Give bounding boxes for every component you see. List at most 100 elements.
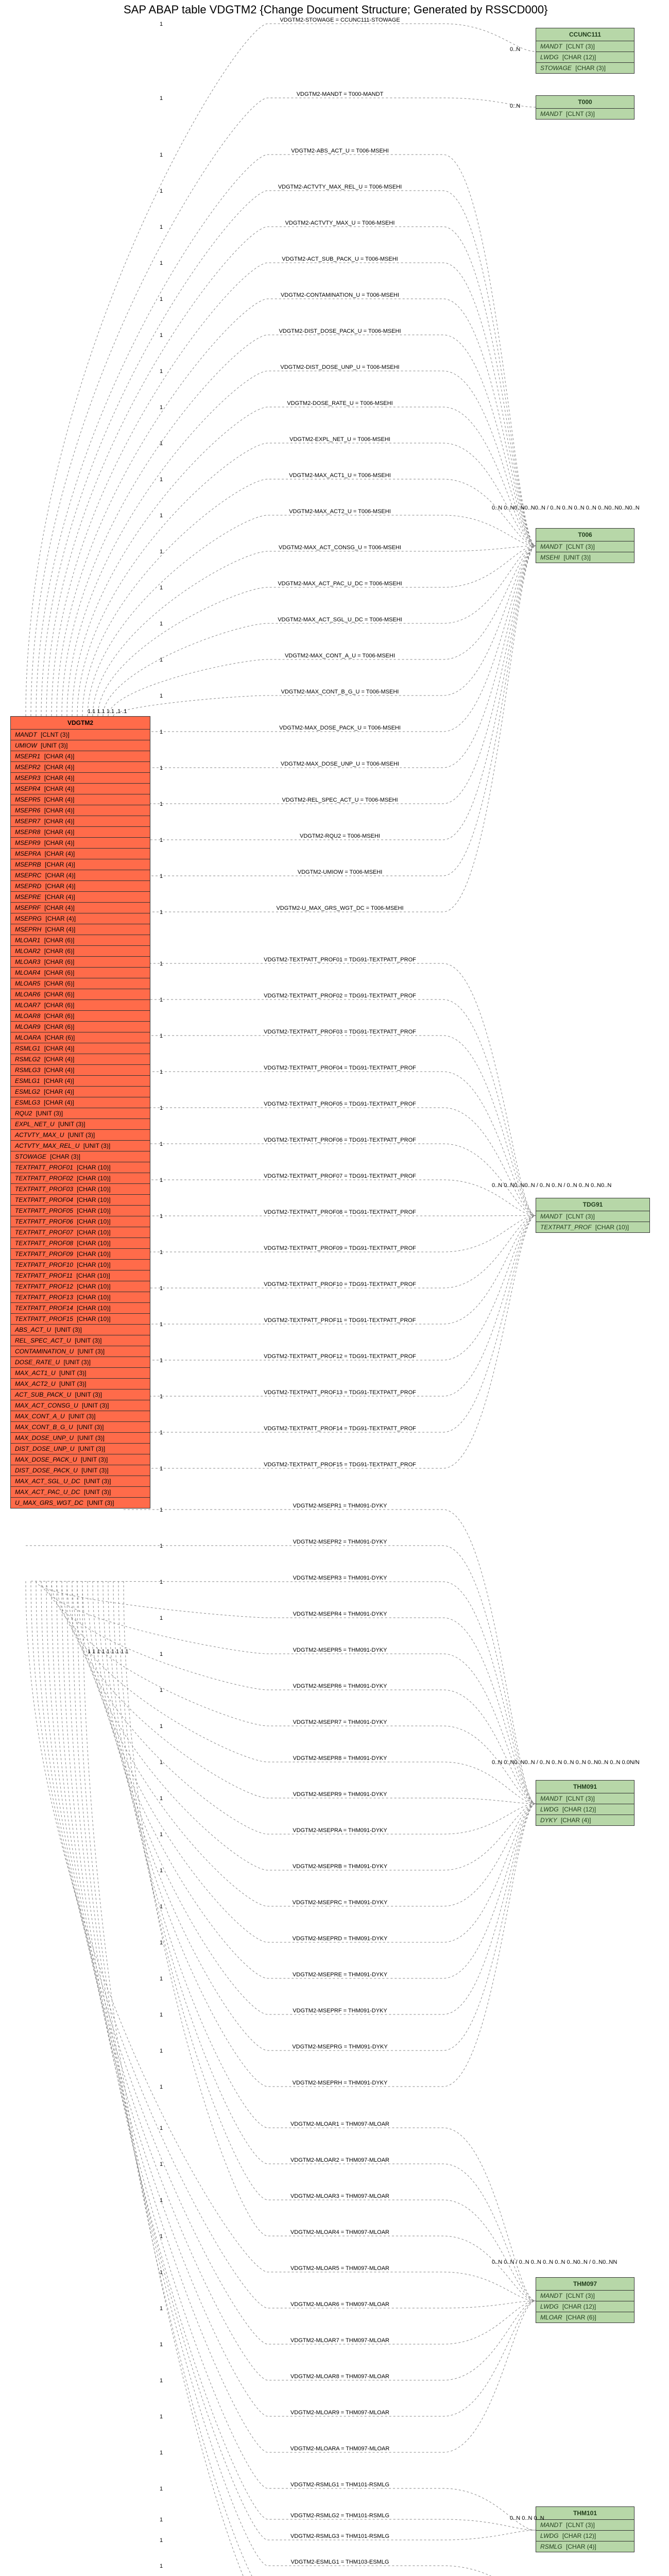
vdgtm2-field-msepr5: MSEPR5 [CHAR (4)] — [11, 794, 150, 805]
svg-text:VDGTM2-TEXTPATT_PROF06 = TDG91: VDGTM2-TEXTPATT_PROF06 = TDG91-TEXTPATT_… — [264, 1137, 416, 1143]
vdgtm2-field-expl_net_u: EXPL_NET_U [UNIT (3)] — [11, 1119, 150, 1130]
svg-text:VDGTM2-ACTVTY_MAX_U = T006-MSE: VDGTM2-ACTVTY_MAX_U = T006-MSEHI — [285, 220, 395, 226]
svg-text:VDGTM2-ABS_ACT_U = T006-MSEHI: VDGTM2-ABS_ACT_U = T006-MSEHI — [291, 148, 389, 154]
vdgtm2-field-msepr3: MSEPR3 [CHAR (4)] — [11, 773, 150, 784]
svg-text:VDGTM2-DOSE_RATE_U = T006-MSEH: VDGTM2-DOSE_RATE_U = T006-MSEHI — [287, 400, 392, 406]
svg-text:1: 1 — [160, 1069, 163, 1075]
vdgtm2-field-max_act1_u: MAX_ACT1_U [UNIT (3)] — [11, 1368, 150, 1379]
ccunc111-field-lwdg: LWDG [CHAR (12)] — [536, 52, 634, 63]
mult-t000: 0..N — [510, 103, 520, 109]
svg-text:VDGTM2-RQU2 = T006-MSEHI: VDGTM2-RQU2 = T006-MSEHI — [300, 833, 380, 839]
table-tdg91: TDG91 MANDT [CLNT (3)]TEXTPATT_PROF [CHA… — [536, 1198, 650, 1233]
svg-text:1: 1 — [160, 513, 163, 519]
mult-thm091: 0..N 0..N0..N0..N / 0..N 0..N 0..N 0..N … — [492, 1759, 621, 1766]
svg-text:VDGTM2-MSEPR7 = THM091-DYKY: VDGTM2-MSEPR7 = THM091-DYKY — [293, 1719, 388, 1725]
vdgtm2-field-textpatt_prof09: TEXTPATT_PROF09 [CHAR (10)] — [11, 1249, 150, 1260]
svg-text:1: 1 — [160, 2486, 163, 2492]
svg-text:1: 1 — [160, 1213, 163, 1219]
svg-text:VDGTM2-DIST_DOSE_UNP_U = T006-: VDGTM2-DIST_DOSE_UNP_U = T006-MSEHI — [280, 364, 399, 370]
vdgtm2-field-textpatt_prof03: TEXTPATT_PROF03 [CHAR (10)] — [11, 1184, 150, 1195]
svg-text:1: 1 — [160, 2233, 163, 2240]
svg-text:1: 1 — [160, 440, 163, 447]
svg-text:VDGTM2-MSEPRH = THM091-DYKY: VDGTM2-MSEPRH = THM091-DYKY — [293, 2080, 388, 2086]
svg-text:VDGTM2-TEXTPATT_PROF14 = TDG91: VDGTM2-TEXTPATT_PROF14 = TDG91-TEXTPATT_… — [264, 1426, 416, 1432]
svg-text:VDGTM2-MSEPR6 = THM091-DYKY: VDGTM2-MSEPR6 = THM091-DYKY — [293, 1683, 388, 1689]
vdgtm2-field-esmlg1: ESMLG1 [CHAR (4)] — [11, 1076, 150, 1087]
vdgtm2-field-textpatt_prof02: TEXTPATT_PROF02 [CHAR (10)] — [11, 1173, 150, 1184]
svg-text:1: 1 — [160, 2517, 163, 2523]
svg-text:VDGTM2-MSEPR9 = THM091-DYKY: VDGTM2-MSEPR9 = THM091-DYKY — [293, 1791, 388, 1798]
thm097-field-mandt: MANDT [CLNT (3)] — [536, 2291, 634, 2301]
svg-text:1: 1 — [160, 765, 163, 771]
vdgtm2-field-mloar8: MLOAR8 [CHAR (6)] — [11, 1011, 150, 1022]
vdgtm2-field-msepr2: MSEPR2 [CHAR (4)] — [11, 762, 150, 773]
vdgtm2-field-max_act_sgl_u_dc: MAX_ACT_SGL_U_DC [UNIT (3)] — [11, 1476, 150, 1487]
vdgtm2-field-max_act2_u: MAX_ACT2_U [UNIT (3)] — [11, 1379, 150, 1389]
table-vdgtm2: VDGTM2 MANDT [CLNT (3)]UMIOW [UNIT (3)]M… — [10, 716, 150, 1509]
svg-text:VDGTM2-MANDT = T000-MANDT: VDGTM2-MANDT = T000-MANDT — [297, 91, 384, 97]
svg-text:1: 1 — [160, 693, 163, 699]
vdgtm2-field-max_cont_a_u: MAX_CONT_A_U [UNIT (3)] — [11, 1411, 150, 1422]
thm101-field-rsmlg: RSMLG [CHAR (4)] — [536, 2541, 634, 2552]
svg-text:1: 1 — [160, 1285, 163, 1292]
mult-ccunc111: 0..N — [510, 46, 520, 53]
svg-text:VDGTM2-MSEPRF = THM091-DYKY: VDGTM2-MSEPRF = THM091-DYKY — [293, 2008, 387, 2014]
svg-text:1: 1 — [160, 1466, 163, 1472]
table-t000: T000 MANDT [CLNT (3)] — [536, 95, 634, 120]
svg-text:VDGTM2-MAX_ACT1_U = T006-MSEHI: VDGTM2-MAX_ACT1_U = T006-MSEHI — [289, 472, 391, 479]
vdgtm2-field-mseprf: MSEPRF [CHAR (4)] — [11, 903, 150, 913]
svg-text:VDGTM2-MAX_ACT_SGL_U_DC = T006: VDGTM2-MAX_ACT_SGL_U_DC = T006-MSEHI — [278, 617, 402, 623]
svg-text:VDGTM2-MLOAR5 = THM097-MLOAR: VDGTM2-MLOAR5 = THM097-MLOAR — [290, 2265, 389, 2272]
mult-thm101: 0..N 0..N 0..N — [510, 2515, 544, 2521]
svg-text:1: 1 — [160, 188, 163, 194]
mult-thm097: 0..N 0..N / 0..N 0..N 0..N 0..N 0..N0..N… — [492, 2259, 621, 2265]
svg-text:VDGTM2-MLOAR2 = THM097-MLOAR: VDGTM2-MLOAR2 = THM097-MLOAR — [290, 2157, 389, 2163]
thm101-field-lwdg: LWDG [CHAR (12)] — [536, 2531, 634, 2541]
vdgtm2-field-textpatt_prof10: TEXTPATT_PROF10 [CHAR (10)] — [11, 1260, 150, 1270]
svg-text:1: 1 — [160, 1507, 163, 1513]
svg-text:1: 1 — [160, 1033, 163, 1039]
vdgtm2-field-textpatt_prof04: TEXTPATT_PROF04 [CHAR (10)] — [11, 1195, 150, 1206]
vdgtm2-field-rsmlg1: RSMLG1 [CHAR (4)] — [11, 1043, 150, 1054]
vdgtm2-field-mseprg: MSEPRG [CHAR (4)] — [11, 913, 150, 924]
svg-text:VDGTM2-STOWAGE = CCUNC111-STOW: VDGTM2-STOWAGE = CCUNC111-STOWAGE — [280, 17, 400, 23]
svg-text:VDGTM2-TEXTPATT_PROF01 = TDG91: VDGTM2-TEXTPATT_PROF01 = TDG91-TEXTPATT_… — [264, 957, 416, 963]
svg-text:VDGTM2-MAX_ACT_PAC_U_DC = T006: VDGTM2-MAX_ACT_PAC_U_DC = T006-MSEHI — [278, 581, 402, 587]
vdgtm2-field-mloar4: MLOAR4 [CHAR (6)] — [11, 968, 150, 978]
svg-text:VDGTM2-MSEPRC = THM091-DYKY: VDGTM2-MSEPRC = THM091-DYKY — [293, 1900, 388, 1906]
svg-text:1: 1 — [160, 2450, 163, 2456]
svg-text:1: 1 — [160, 368, 163, 375]
svg-text:VDGTM2-ESMLG1 = THM103-ESMLG: VDGTM2-ESMLG1 = THM103-ESMLG — [291, 2559, 389, 2565]
vdgtm2-field-esmlg3: ESMLG3 [CHAR (4)] — [11, 1097, 150, 1108]
svg-text:VDGTM2-TEXTPATT_PROF07 = TDG91: VDGTM2-TEXTPATT_PROF07 = TDG91-TEXTPATT_… — [264, 1173, 416, 1179]
table-thm097-header: THM097 — [536, 2278, 634, 2291]
svg-text:1: 1 — [160, 1759, 163, 1766]
svg-text:1: 1 — [160, 477, 163, 483]
svg-text:1: 1 — [160, 1105, 163, 1111]
svg-text:VDGTM2-REL_SPEC_ACT_U = T006-M: VDGTM2-REL_SPEC_ACT_U = T006-MSEHI — [282, 797, 398, 803]
table-t006-header: T006 — [536, 529, 634, 541]
vdgtm2-field-dist_dose_unp_u: DIST_DOSE_UNP_U [UNIT (3)] — [11, 1444, 150, 1454]
svg-text:1: 1 — [160, 729, 163, 735]
tdg91-field-textpatt_prof: TEXTPATT_PROF [CHAR (10)] — [536, 1222, 649, 1232]
vdgtm2-field-textpatt_prof15: TEXTPATT_PROF15 [CHAR (10)] — [11, 1314, 150, 1325]
svg-text:1: 1 — [160, 1615, 163, 1621]
vdgtm2-field-mloar7: MLOAR7 [CHAR (6)] — [11, 1000, 150, 1011]
vdgtm2-field-max_dose_unp_u: MAX_DOSE_UNP_U [UNIT (3)] — [11, 1433, 150, 1444]
mult-tdg91: 0..N 0..N0..N0..N / 0..N 0..N / 0..N 0..… — [492, 1182, 621, 1189]
svg-text:1: 1 — [160, 2342, 163, 2348]
svg-text:1: 1 — [160, 585, 163, 591]
svg-text:VDGTM2-ACT_SUB_PACK_U = T006-M: VDGTM2-ACT_SUB_PACK_U = T006-MSEHI — [282, 256, 398, 262]
svg-text:1: 1 — [160, 1868, 163, 1874]
vdgtm2-field-mandt: MANDT [CLNT (3)] — [11, 730, 150, 740]
vdgtm2-field-max_cont_b_g_u: MAX_CONT_B_G_U [UNIT (3)] — [11, 1422, 150, 1433]
vdgtm2-field-stowage: STOWAGE [CHAR (3)] — [11, 1151, 150, 1162]
svg-text:1: 1 — [160, 2125, 163, 2131]
svg-text:1: 1 — [160, 1249, 163, 1256]
svg-text:VDGTM2-MAX_ACT2_U = T006-MSEHI: VDGTM2-MAX_ACT2_U = T006-MSEHI — [289, 509, 391, 515]
svg-text:1: 1 — [160, 21, 163, 27]
svg-text:1: 1 — [160, 2537, 163, 2544]
vdgtm2-field-dose_rate_u: DOSE_RATE_U [UNIT (3)] — [11, 1357, 150, 1368]
svg-text:VDGTM2-MLOAR7 = THM097-MLOAR: VDGTM2-MLOAR7 = THM097-MLOAR — [290, 2337, 389, 2344]
table-t000-header: T000 — [536, 96, 634, 109]
